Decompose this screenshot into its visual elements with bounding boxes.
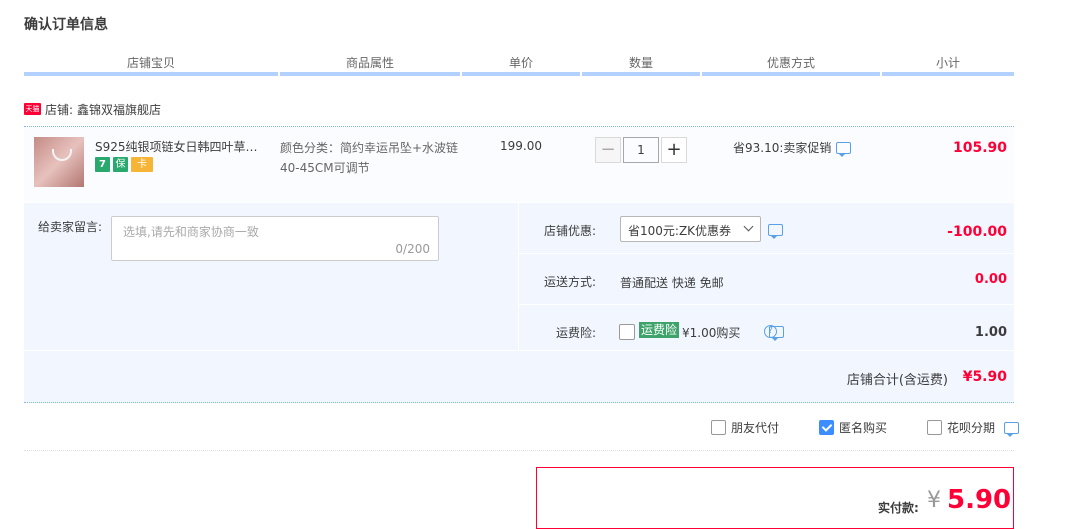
service-badges: 7 保 卡 xyxy=(95,157,153,172)
chevron-down-icon xyxy=(743,221,754,232)
insurance-amount: 1.00 xyxy=(974,325,1007,340)
necklace-image-detail xyxy=(52,149,72,161)
option-friend-pay[interactable]: 朋友代付 xyxy=(711,419,779,436)
column-header-qty: 数量 xyxy=(628,56,653,70)
column-header-subtotal: 小计 xyxy=(935,56,960,70)
option-label: 匿名购买 xyxy=(839,421,888,435)
option-label: 朋友代付 xyxy=(731,421,780,435)
column-header-item: 店铺宝贝 xyxy=(126,56,175,70)
quantity-stepper: − 1 + xyxy=(595,137,687,163)
attr-line: 40-45CM可调节 xyxy=(280,161,370,175)
tmall-badge: 天猫 xyxy=(24,103,41,115)
chat-bubble-icon[interactable] xyxy=(836,141,852,157)
option-huabei[interactable]: 花呗分期 xyxy=(927,419,1020,437)
help-icon[interactable]: ? xyxy=(764,325,777,338)
column-header-price: 单价 xyxy=(508,56,533,70)
column-header-attr: 商品属性 xyxy=(345,56,394,70)
shop-discount-amount: -100.00 xyxy=(947,224,1007,240)
chat-bubble-icon[interactable] xyxy=(1004,421,1020,437)
message-textarea[interactable]: 选填,请先和商家协商一致 0/200 xyxy=(111,216,439,261)
credit-card-icon[interactable]: 卡 xyxy=(131,157,153,172)
divider xyxy=(518,203,519,350)
header-divider xyxy=(280,72,460,76)
column-header-promo: 优惠方式 xyxy=(766,56,815,70)
payment-label: 实付款: xyxy=(878,501,919,515)
divider xyxy=(24,350,1014,351)
shop-total-label: 店铺合计(含运费) xyxy=(846,373,948,388)
insurance-checkbox[interactable] xyxy=(619,324,635,340)
message-placeholder: 选填,请先和商家协商一致 xyxy=(123,225,259,239)
unit-price: 199.00 xyxy=(500,139,542,153)
chat-bubble-icon[interactable] xyxy=(768,224,783,239)
option-anonymous[interactable]: 匿名购买 xyxy=(819,419,887,436)
attr-line: 颜色分类：简约幸运吊坠+水波链 xyxy=(280,141,459,155)
seven-day-return-icon[interactable]: 7 xyxy=(95,157,110,172)
shipping-label: 运送方式: xyxy=(544,275,597,289)
shop-discount-label: 店铺优惠: xyxy=(544,224,597,238)
shipping-amount: 0.00 xyxy=(974,272,1007,287)
divider xyxy=(24,450,1014,452)
header-divider xyxy=(702,72,880,76)
header-divider xyxy=(462,72,580,76)
shop-discount-select[interactable]: 省100元:ZK优惠券 xyxy=(620,216,761,242)
option-label: 花呗分期 xyxy=(947,421,996,435)
product-attributes: 颜色分类：简约幸运吊坠+水波链 40-45CM可调节 xyxy=(280,138,470,178)
insurance-tag: 运费险 xyxy=(639,322,680,338)
header-divider xyxy=(582,72,700,76)
shop-total-amount: ¥5.90 xyxy=(962,369,1007,385)
increase-quantity-button[interactable]: + xyxy=(661,137,687,163)
insurance-label: 运费险: xyxy=(556,326,597,340)
insurance-price: ¥1.00购买 xyxy=(682,326,741,340)
table-header: 店铺宝贝 商品属性 单价 数量 优惠方式 小计 xyxy=(24,52,1014,76)
payment-amount: 5.90 xyxy=(947,485,1012,515)
header-divider xyxy=(882,72,1014,76)
shop-discount-selected: 省100元:ZK优惠券 xyxy=(628,224,732,238)
message-char-counter: 0/200 xyxy=(395,242,430,256)
product-thumbnail[interactable] xyxy=(34,137,84,187)
divider xyxy=(519,304,1014,305)
promotion: 省93.10:卖家促销 xyxy=(733,139,852,157)
friend-pay-checkbox[interactable] xyxy=(711,420,726,435)
quantity-input[interactable]: 1 xyxy=(623,137,659,163)
shipping-method: 普通配送 快递 免邮 xyxy=(620,276,724,290)
shop-row: 天猫 店铺: 鑫锦双福旗舰店 xyxy=(24,100,161,118)
huabei-checkbox[interactable] xyxy=(927,420,942,435)
currency-symbol: ¥ xyxy=(927,488,941,513)
payment-summary-box xyxy=(536,467,1014,529)
divider xyxy=(519,253,1014,254)
header-divider xyxy=(24,72,278,76)
page-title: 确认订单信息 xyxy=(24,17,108,33)
decrease-quantity-button[interactable]: − xyxy=(595,137,621,163)
product-title-link[interactable]: S925纯银项链女日韩四叶草吊坠简约幸运吊坠 xyxy=(95,138,267,155)
message-label: 给卖家留言: xyxy=(38,220,103,234)
shop-label: 店铺: xyxy=(45,102,74,117)
guarantee-icon[interactable]: 保 xyxy=(113,157,128,172)
promo-text: 省93.10:卖家促销 xyxy=(733,141,832,155)
shop-name-link[interactable]: 鑫锦双福旗舰店 xyxy=(77,101,161,118)
anonymous-checkbox[interactable] xyxy=(819,420,834,435)
item-subtotal: 105.90 xyxy=(952,140,1007,156)
